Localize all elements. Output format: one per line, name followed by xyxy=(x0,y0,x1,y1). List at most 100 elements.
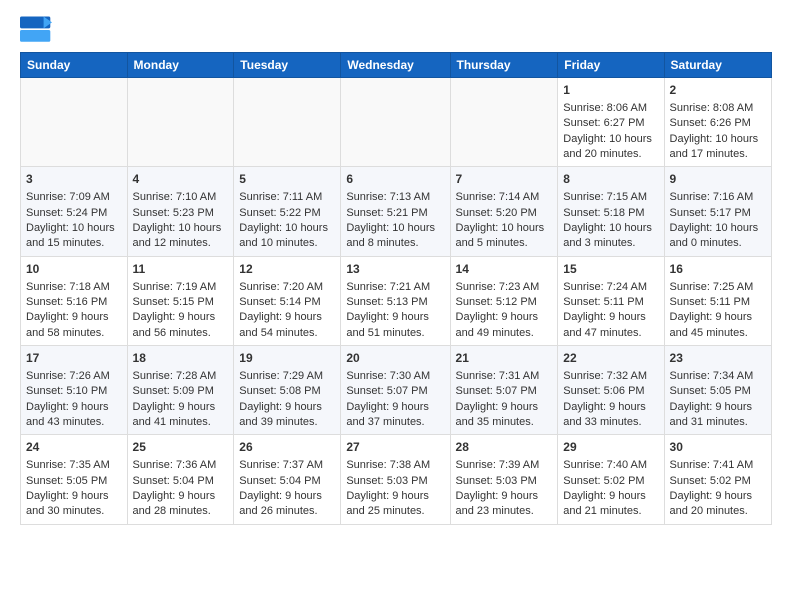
day-info-line: Sunrise: 7:41 AM xyxy=(670,459,754,471)
day-info-line: Sunset: 5:13 PM xyxy=(346,296,427,308)
day-info-line: Daylight: 9 hours xyxy=(346,490,429,502)
day-cell: 26Sunrise: 7:37 AMSunset: 5:04 PMDayligh… xyxy=(234,435,341,524)
day-number: 3 xyxy=(26,171,122,188)
day-number: 1 xyxy=(563,82,658,99)
day-info-line: Sunset: 5:21 PM xyxy=(346,207,427,219)
day-info-line: and 45 minutes. xyxy=(670,327,748,339)
day-number: 4 xyxy=(133,171,229,188)
day-number: 2 xyxy=(670,82,766,99)
day-info-line: Sunrise: 7:21 AM xyxy=(346,281,430,293)
day-info-line: Sunset: 5:23 PM xyxy=(133,207,214,219)
day-info-line: Daylight: 9 hours xyxy=(239,401,322,413)
logo-icon xyxy=(20,16,52,44)
day-info-line: Sunrise: 7:30 AM xyxy=(346,370,430,382)
day-info-line: Daylight: 9 hours xyxy=(346,401,429,413)
day-info-line: Daylight: 9 hours xyxy=(563,490,646,502)
day-cell xyxy=(234,78,341,167)
day-info-line: Sunrise: 7:16 AM xyxy=(670,191,754,203)
day-info-line: and 56 minutes. xyxy=(133,327,211,339)
day-info-line: Daylight: 9 hours xyxy=(670,401,753,413)
day-cell: 13Sunrise: 7:21 AMSunset: 5:13 PMDayligh… xyxy=(341,256,450,345)
day-cell: 30Sunrise: 7:41 AMSunset: 5:02 PMDayligh… xyxy=(664,435,771,524)
day-info-line: and 21 minutes. xyxy=(563,505,641,517)
day-info-line: Sunrise: 7:32 AM xyxy=(563,370,647,382)
logo xyxy=(20,16,56,44)
day-info-line: and 49 minutes. xyxy=(456,327,534,339)
day-info-line: Sunrise: 7:37 AM xyxy=(239,459,323,471)
day-info-line: Sunrise: 7:13 AM xyxy=(346,191,430,203)
day-info-line: Sunset: 5:07 PM xyxy=(346,385,427,397)
day-info-line: Daylight: 10 hours xyxy=(26,222,115,234)
day-info-line: and 47 minutes. xyxy=(563,327,641,339)
day-cell: 14Sunrise: 7:23 AMSunset: 5:12 PMDayligh… xyxy=(450,256,558,345)
day-info-line: Daylight: 9 hours xyxy=(346,311,429,323)
day-info-line: and 58 minutes. xyxy=(26,327,104,339)
day-info-line: and 25 minutes. xyxy=(346,505,424,517)
day-info-line: Sunset: 5:03 PM xyxy=(346,475,427,487)
day-info-line: Sunset: 5:02 PM xyxy=(563,475,644,487)
day-info-line: Daylight: 9 hours xyxy=(456,490,539,502)
day-info-line: and 15 minutes. xyxy=(26,237,104,249)
day-info-line: Sunrise: 7:38 AM xyxy=(346,459,430,471)
day-number: 11 xyxy=(133,261,229,278)
day-info-line: Sunset: 6:26 PM xyxy=(670,117,751,129)
day-number: 12 xyxy=(239,261,335,278)
day-info-line: Sunrise: 7:34 AM xyxy=(670,370,754,382)
day-info-line: Sunrise: 7:26 AM xyxy=(26,370,110,382)
calendar-table: SundayMondayTuesdayWednesdayThursdayFrid… xyxy=(20,52,772,525)
day-info-line: Daylight: 10 hours xyxy=(670,133,759,145)
day-number: 8 xyxy=(563,171,658,188)
day-info-line: Daylight: 10 hours xyxy=(563,133,652,145)
day-info-line: Sunrise: 7:09 AM xyxy=(26,191,110,203)
day-info-line: and 41 minutes. xyxy=(133,416,211,428)
day-info-line: Sunrise: 7:20 AM xyxy=(239,281,323,293)
day-info-line: and 17 minutes. xyxy=(670,148,748,160)
day-info-line: Sunrise: 7:35 AM xyxy=(26,459,110,471)
day-cell: 2Sunrise: 8:08 AMSunset: 6:26 PMDaylight… xyxy=(664,78,771,167)
day-number: 15 xyxy=(563,261,658,278)
day-info-line: Sunset: 5:05 PM xyxy=(670,385,751,397)
day-cell: 12Sunrise: 7:20 AMSunset: 5:14 PMDayligh… xyxy=(234,256,341,345)
day-info-line: and 51 minutes. xyxy=(346,327,424,339)
day-number: 10 xyxy=(26,261,122,278)
day-cell: 23Sunrise: 7:34 AMSunset: 5:05 PMDayligh… xyxy=(664,346,771,435)
day-number: 21 xyxy=(456,350,553,367)
day-info-line: Sunset: 5:20 PM xyxy=(456,207,537,219)
day-cell: 3Sunrise: 7:09 AMSunset: 5:24 PMDaylight… xyxy=(21,167,128,256)
day-info-line: Daylight: 9 hours xyxy=(670,490,753,502)
day-info-line: and 8 minutes. xyxy=(346,237,418,249)
day-number: 18 xyxy=(133,350,229,367)
day-info-line: Sunrise: 7:31 AM xyxy=(456,370,540,382)
day-info-line: Sunrise: 7:18 AM xyxy=(26,281,110,293)
day-cell: 27Sunrise: 7:38 AMSunset: 5:03 PMDayligh… xyxy=(341,435,450,524)
day-cell: 18Sunrise: 7:28 AMSunset: 5:09 PMDayligh… xyxy=(127,346,234,435)
day-info-line: Sunrise: 7:28 AM xyxy=(133,370,217,382)
header xyxy=(20,16,772,44)
col-header-friday: Friday xyxy=(558,53,664,78)
day-info-line: and 31 minutes. xyxy=(670,416,748,428)
day-cell: 1Sunrise: 8:06 AMSunset: 6:27 PMDaylight… xyxy=(558,78,664,167)
day-cell xyxy=(21,78,128,167)
day-info-line: Sunset: 5:15 PM xyxy=(133,296,214,308)
day-cell xyxy=(127,78,234,167)
day-number: 29 xyxy=(563,439,658,456)
day-info-line: Sunset: 5:11 PM xyxy=(563,296,644,308)
day-info-line: Sunset: 5:22 PM xyxy=(239,207,320,219)
day-info-line: Sunset: 5:09 PM xyxy=(133,385,214,397)
day-info-line: Sunset: 5:02 PM xyxy=(670,475,751,487)
day-info-line: and 37 minutes. xyxy=(346,416,424,428)
day-cell: 21Sunrise: 7:31 AMSunset: 5:07 PMDayligh… xyxy=(450,346,558,435)
day-info-line: and 28 minutes. xyxy=(133,505,211,517)
day-info-line: Sunset: 5:03 PM xyxy=(456,475,537,487)
day-cell: 25Sunrise: 7:36 AMSunset: 5:04 PMDayligh… xyxy=(127,435,234,524)
day-cell: 28Sunrise: 7:39 AMSunset: 5:03 PMDayligh… xyxy=(450,435,558,524)
day-info-line: Sunset: 5:18 PM xyxy=(563,207,644,219)
day-cell: 22Sunrise: 7:32 AMSunset: 5:06 PMDayligh… xyxy=(558,346,664,435)
day-info-line: and 20 minutes. xyxy=(563,148,641,160)
day-info-line: and 10 minutes. xyxy=(239,237,317,249)
day-info-line: Sunrise: 7:23 AM xyxy=(456,281,540,293)
day-info-line: Sunset: 5:17 PM xyxy=(670,207,751,219)
day-info-line: Daylight: 9 hours xyxy=(239,311,322,323)
day-info-line: Daylight: 9 hours xyxy=(456,311,539,323)
day-number: 16 xyxy=(670,261,766,278)
